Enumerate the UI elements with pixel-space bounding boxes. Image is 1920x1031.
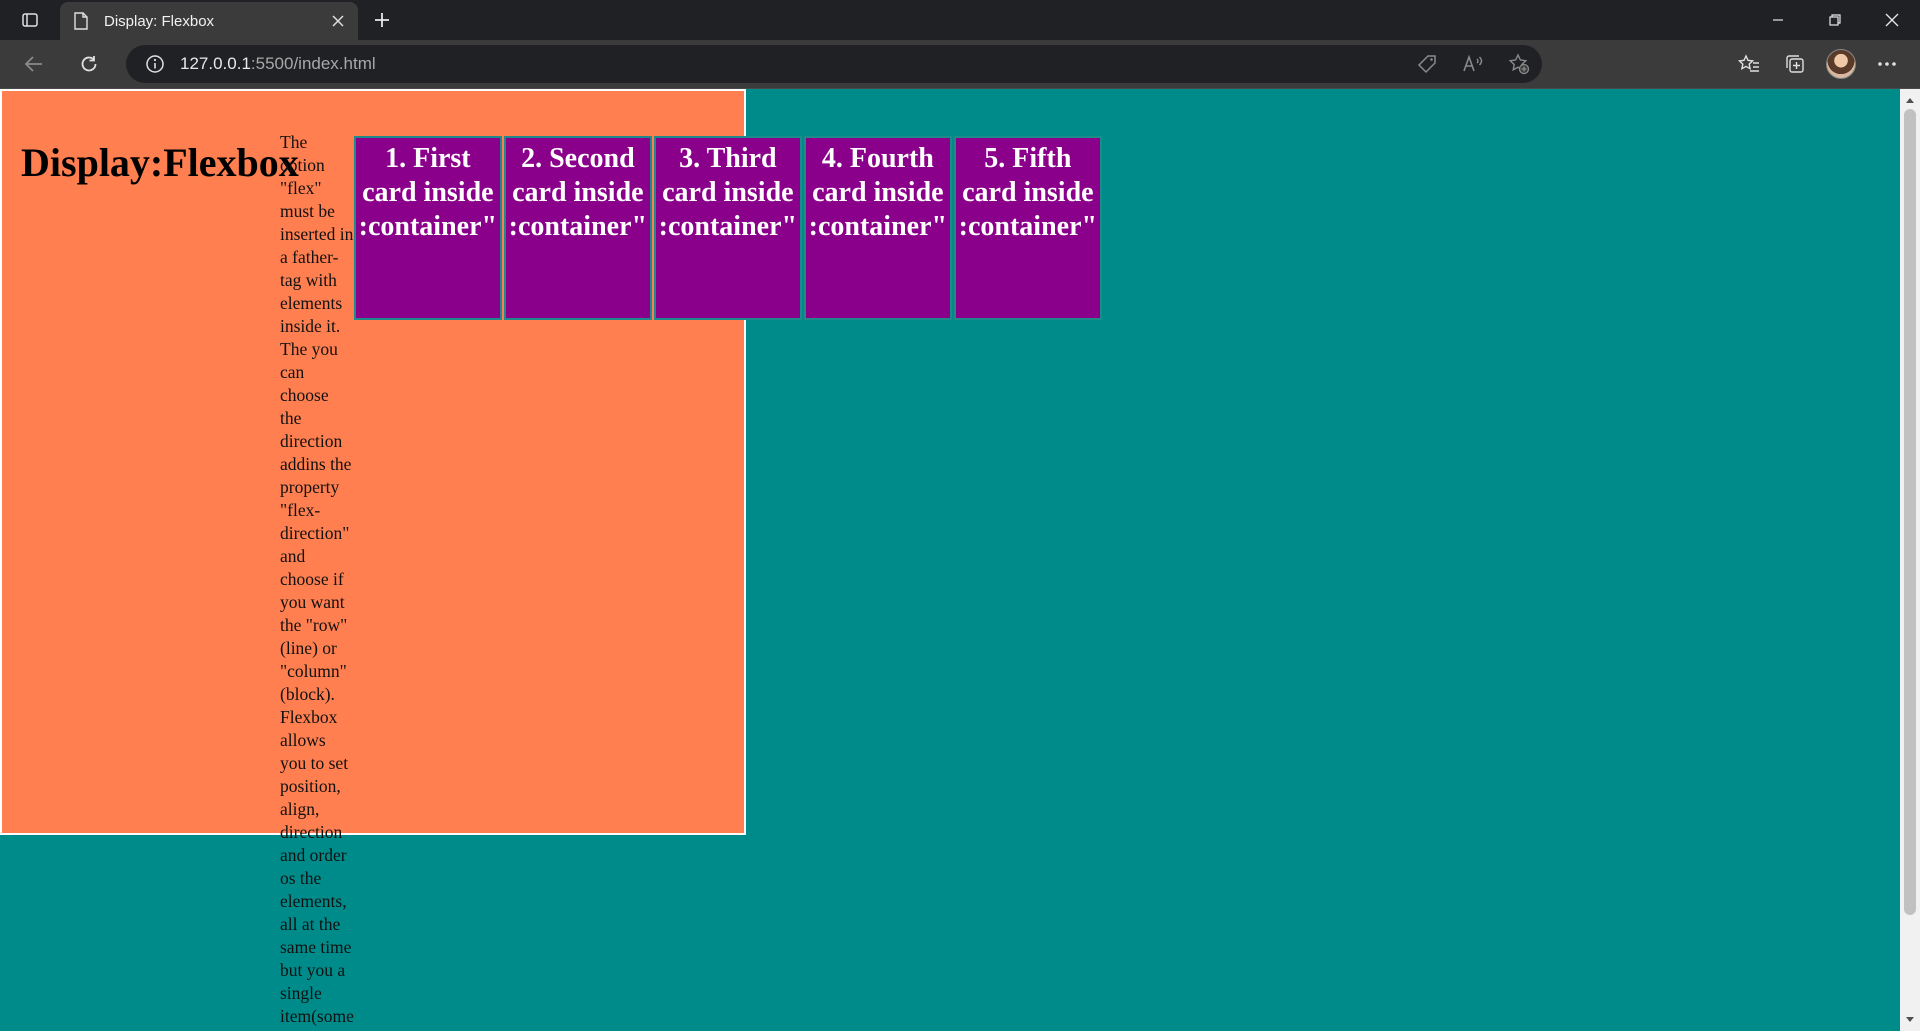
scroll-up-icon[interactable] <box>1905 95 1915 105</box>
cards-row: 1. First card inside :container" 2. Seco… <box>353 136 1102 320</box>
add-favorite-icon[interactable] <box>1496 45 1542 83</box>
scroll-down-icon[interactable] <box>1905 1015 1915 1025</box>
tag-icon[interactable] <box>1404 45 1450 83</box>
read-aloud-icon[interactable] <box>1450 45 1496 83</box>
info-icon[interactable] <box>144 53 166 75</box>
close-window-icon[interactable] <box>1863 0 1920 40</box>
tab-actions-icon[interactable] <box>10 4 50 36</box>
profile-button[interactable] <box>1818 44 1864 84</box>
card-1: 1. First card inside :container" <box>353 136 502 320</box>
url-host: 127.0.0.1 <box>180 54 251 73</box>
more-icon[interactable] <box>1864 44 1910 84</box>
favorites-icon[interactable] <box>1726 44 1772 84</box>
url-path: :5500/index.html <box>250 54 376 73</box>
page-title: Display:Flexbox <box>21 140 299 185</box>
card-5: 5. Fifth card inside :container" <box>953 136 1102 320</box>
refresh-icon[interactable] <box>71 48 107 80</box>
plus-icon[interactable] <box>366 4 398 36</box>
close-icon[interactable] <box>326 9 350 33</box>
toolbar-actions <box>1726 44 1910 84</box>
restore-icon[interactable] <box>1806 0 1863 40</box>
avatar <box>1826 49 1856 79</box>
flex-container: Display:Flexbox The option "flex" must b… <box>0 89 1102 1026</box>
address-bar[interactable]: 127.0.0.1:5500/index.html <box>126 45 1542 83</box>
page-viewport: Display:Flexbox The option "flex" must b… <box>0 89 1900 1031</box>
browser-toolbar: 127.0.0.1:5500/index.html <box>0 40 1920 89</box>
browser-tab[interactable]: Display: Flexbox <box>60 2 358 40</box>
url-text[interactable]: 127.0.0.1:5500/index.html <box>180 54 376 74</box>
page-description: The option "flex" must be inserted in a … <box>280 132 354 1026</box>
tab-strip: Display: Flexbox <box>0 0 1920 40</box>
card-4: 4. Fourth card inside :container" <box>803 136 952 320</box>
minimize-icon[interactable] <box>1749 0 1806 40</box>
vertical-scrollbar[interactable] <box>1900 89 1920 1031</box>
scrollbar-thumb[interactable] <box>1904 109 1916 915</box>
tab-title: Display: Flexbox <box>104 12 215 30</box>
window-controls <box>1749 0 1920 40</box>
back-arrow-icon[interactable] <box>16 48 52 80</box>
card-3: 3. Third card inside :container" <box>653 136 802 320</box>
address-bar-actions <box>1404 45 1542 83</box>
page-icon <box>74 12 92 30</box>
collections-icon[interactable] <box>1772 44 1818 84</box>
card-2: 2. Second card inside :container" <box>503 136 652 320</box>
